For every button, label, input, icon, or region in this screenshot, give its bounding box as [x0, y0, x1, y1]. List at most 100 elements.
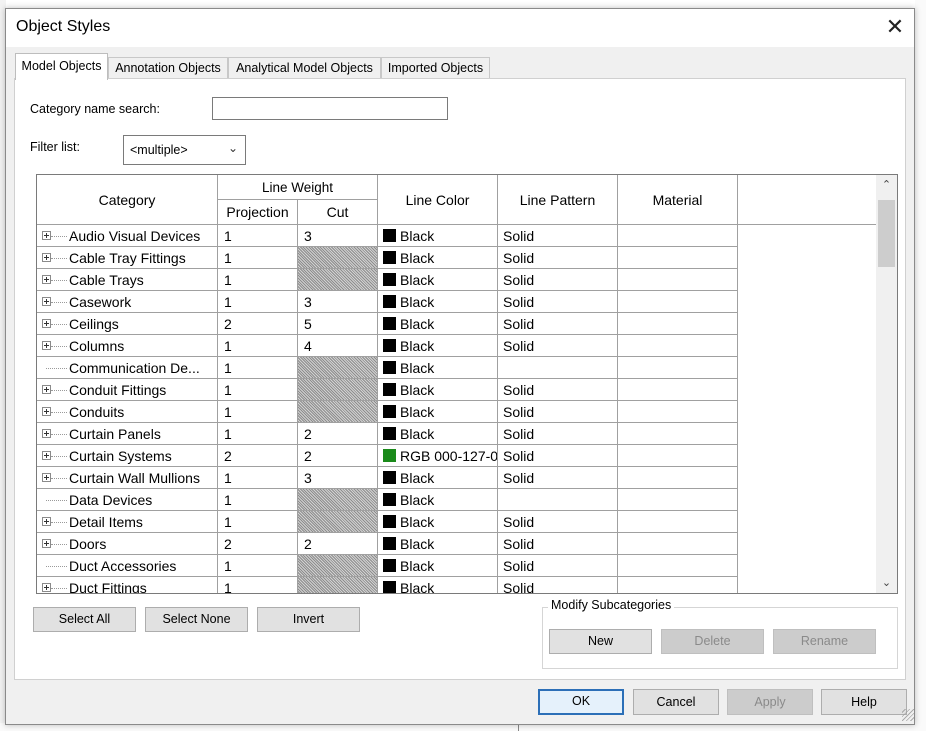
- expand-plus-icon[interactable]: [42, 385, 51, 394]
- expand-plus-icon[interactable]: [42, 517, 51, 526]
- line-pattern-cell[interactable]: [498, 357, 618, 379]
- category-cell[interactable]: Conduit Fittings: [37, 379, 218, 401]
- projection-cell[interactable]: 1: [218, 467, 298, 489]
- line-color-cell[interactable]: Black: [378, 533, 498, 555]
- cut-cell[interactable]: 3: [298, 291, 378, 313]
- category-cell[interactable]: Cable Tray Fittings: [37, 247, 218, 269]
- line-color-cell[interactable]: Black: [378, 247, 498, 269]
- projection-cell[interactable]: 1: [218, 401, 298, 423]
- line-color-cell[interactable]: Black: [378, 423, 498, 445]
- projection-cell[interactable]: 1: [218, 357, 298, 379]
- line-pattern-cell[interactable]: Solid: [498, 511, 618, 533]
- projection-cell[interactable]: 1: [218, 511, 298, 533]
- category-cell[interactable]: Communication De...: [37, 357, 218, 379]
- header-line-color[interactable]: Line Color: [378, 175, 498, 225]
- expand-plus-icon[interactable]: [42, 539, 51, 548]
- projection-cell[interactable]: 1: [218, 423, 298, 445]
- line-pattern-cell[interactable]: Solid: [498, 533, 618, 555]
- projection-cell[interactable]: 1: [218, 225, 298, 247]
- line-color-cell[interactable]: Black: [378, 379, 498, 401]
- filter-list-dropdown[interactable]: <multiple> ⌄: [123, 135, 246, 165]
- category-cell[interactable]: Cable Trays: [37, 269, 218, 291]
- scrollbar-thumb[interactable]: [878, 200, 895, 267]
- expand-plus-icon[interactable]: [42, 253, 51, 262]
- invert-button[interactable]: Invert: [257, 607, 360, 632]
- table-row[interactable]: Detail Items 1 Black Solid: [37, 511, 738, 533]
- projection-cell[interactable]: 2: [218, 313, 298, 335]
- line-color-cell[interactable]: Black: [378, 335, 498, 357]
- table-row[interactable]: Audio Visual Devices 1 3 Black Solid: [37, 225, 738, 247]
- ok-button[interactable]: OK: [538, 689, 624, 715]
- line-pattern-cell[interactable]: Solid: [498, 423, 618, 445]
- expand-plus-icon[interactable]: [42, 275, 51, 284]
- category-cell[interactable]: Ceilings: [37, 313, 218, 335]
- table-row[interactable]: Cable Trays 1 Black Solid: [37, 269, 738, 291]
- material-cell[interactable]: [618, 489, 738, 511]
- vertical-scrollbar[interactable]: ⌃ ⌄: [876, 175, 897, 593]
- header-material[interactable]: Material: [618, 175, 738, 225]
- material-cell[interactable]: [618, 467, 738, 489]
- line-pattern-cell[interactable]: Solid: [498, 247, 618, 269]
- category-cell[interactable]: Data Devices: [37, 489, 218, 511]
- table-row[interactable]: Conduit Fittings 1 Black Solid: [37, 379, 738, 401]
- tab-analytical-model-objects[interactable]: Analytical Model Objects: [228, 57, 381, 78]
- category-cell[interactable]: Duct Accessories: [37, 555, 218, 577]
- category-cell[interactable]: Curtain Panels: [37, 423, 218, 445]
- table-row[interactable]: Columns 1 4 Black Solid: [37, 335, 738, 357]
- material-cell[interactable]: [618, 445, 738, 467]
- category-cell[interactable]: Curtain Systems: [37, 445, 218, 467]
- scroll-up-icon[interactable]: ⌃: [876, 175, 897, 195]
- line-color-cell[interactable]: Black: [378, 313, 498, 335]
- line-color-cell[interactable]: Black: [378, 555, 498, 577]
- projection-cell[interactable]: 1: [218, 335, 298, 357]
- category-cell[interactable]: Casework: [37, 291, 218, 313]
- projection-cell[interactable]: 1: [218, 577, 298, 593]
- line-color-cell[interactable]: Black: [378, 357, 498, 379]
- material-cell[interactable]: [618, 379, 738, 401]
- table-row[interactable]: Duct Accessories 1 Black Solid: [37, 555, 738, 577]
- line-color-cell[interactable]: Black: [378, 577, 498, 593]
- line-color-cell[interactable]: Black: [378, 269, 498, 291]
- projection-cell[interactable]: 1: [218, 379, 298, 401]
- material-cell[interactable]: [618, 423, 738, 445]
- cut-cell[interactable]: 4: [298, 335, 378, 357]
- table-row[interactable]: Conduits 1 Black Solid: [37, 401, 738, 423]
- projection-cell[interactable]: 1: [218, 291, 298, 313]
- line-pattern-cell[interactable]: Solid: [498, 445, 618, 467]
- expand-plus-icon[interactable]: [42, 451, 51, 460]
- line-pattern-cell[interactable]: Solid: [498, 401, 618, 423]
- help-button[interactable]: Help: [821, 689, 907, 715]
- line-color-cell[interactable]: Black: [378, 489, 498, 511]
- table-row[interactable]: Communication De... 1 Black: [37, 357, 738, 379]
- header-projection[interactable]: Projection: [218, 200, 298, 225]
- delete-subcategory-button[interactable]: Delete: [661, 629, 764, 654]
- line-color-cell[interactable]: Black: [378, 225, 498, 247]
- select-none-button[interactable]: Select None: [145, 607, 248, 632]
- projection-cell[interactable]: 1: [218, 555, 298, 577]
- category-cell[interactable]: Doors: [37, 533, 218, 555]
- line-color-cell[interactable]: RGB 000-127-000: [378, 445, 498, 467]
- tab-annotation-objects[interactable]: Annotation Objects: [108, 57, 228, 78]
- material-cell[interactable]: [618, 533, 738, 555]
- cut-cell[interactable]: 5: [298, 313, 378, 335]
- expand-plus-icon[interactable]: [42, 297, 51, 306]
- material-cell[interactable]: [618, 225, 738, 247]
- tab-imported-objects[interactable]: Imported Objects: [381, 57, 490, 78]
- table-row[interactable]: Cable Tray Fittings 1 Black Solid: [37, 247, 738, 269]
- line-pattern-cell[interactable]: [498, 489, 618, 511]
- rename-subcategory-button[interactable]: Rename: [773, 629, 876, 654]
- material-cell[interactable]: [618, 555, 738, 577]
- table-row[interactable]: Curtain Panels 1 2 Black Solid: [37, 423, 738, 445]
- category-cell[interactable]: Audio Visual Devices: [37, 225, 218, 247]
- projection-cell[interactable]: 1: [218, 269, 298, 291]
- expand-plus-icon[interactable]: [42, 341, 51, 350]
- projection-cell[interactable]: 1: [218, 247, 298, 269]
- expand-plus-icon[interactable]: [42, 583, 51, 592]
- cut-cell[interactable]: 2: [298, 423, 378, 445]
- line-color-cell[interactable]: Black: [378, 511, 498, 533]
- cut-cell[interactable]: 2: [298, 533, 378, 555]
- line-color-cell[interactable]: Black: [378, 291, 498, 313]
- material-cell[interactable]: [618, 401, 738, 423]
- expand-plus-icon[interactable]: [42, 429, 51, 438]
- material-cell[interactable]: [618, 269, 738, 291]
